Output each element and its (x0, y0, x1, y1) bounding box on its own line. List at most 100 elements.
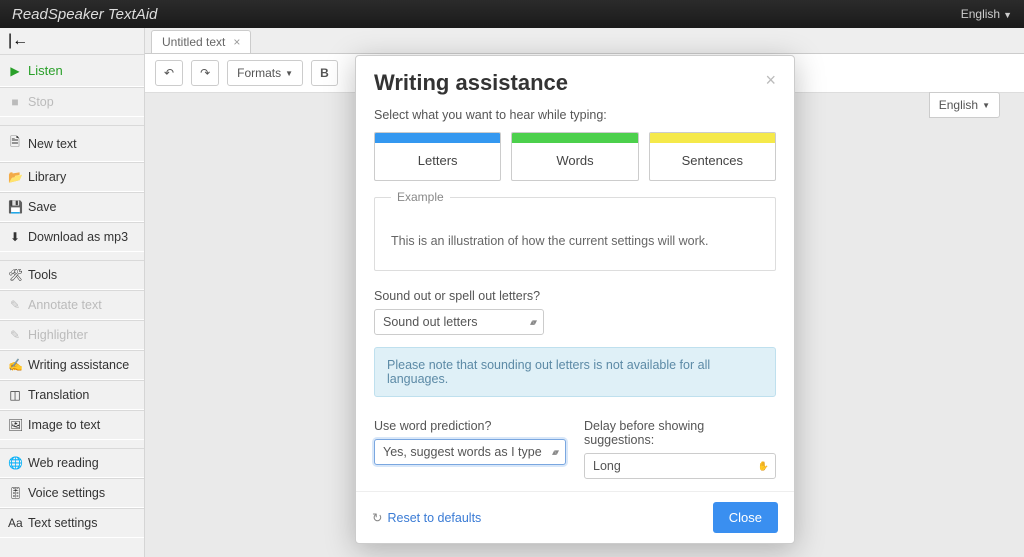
sidebar-save-label: Save (28, 200, 57, 214)
formats-label: Formats (237, 66, 281, 80)
example-text: This is an illustration of how the curre… (391, 234, 759, 248)
annotate-icon: ✎ (8, 298, 22, 312)
sidebar-web-reading-label: Web reading (28, 456, 99, 470)
sidebar-annotate-label: Annotate text (28, 298, 102, 312)
sidebar-listen[interactable]: ▶ Listen (0, 54, 144, 87)
sidebar-text-settings-label: Text settings (28, 516, 97, 530)
writing-icon: ✍ (8, 358, 22, 372)
sidebar-image-to-text[interactable]: 🖼 Image to text (0, 410, 144, 440)
download-icon: ⬇ (8, 230, 22, 244)
editor-language-dropdown[interactable]: English ▼ (929, 92, 1000, 118)
sidebar-image-to-text-label: Image to text (28, 418, 100, 432)
hear-option-row: Letters Words Sentences (374, 132, 776, 181)
sidebar-library[interactable]: 📂 Library (0, 162, 144, 192)
text-icon: Aa (8, 516, 22, 530)
sidebar-download[interactable]: ⬇ Download as mp3 (0, 222, 144, 252)
sidebar-voice-settings[interactable]: 🎚 Voice settings (0, 478, 144, 508)
sidebar-writing-label: Writing assistance (28, 358, 129, 372)
updown-icon: ▴▾ (530, 317, 535, 328)
prediction-select[interactable]: Yes, suggest words as I type ▴▾ (374, 439, 566, 465)
updown-icon: ▴▾ (552, 447, 557, 458)
option-words[interactable]: Words (511, 132, 638, 181)
folder-icon: 📂 (8, 170, 22, 184)
refresh-icon: ↻ (372, 510, 382, 525)
example-box: Example This is an illustration of how t… (374, 197, 776, 271)
chevron-down-icon: ▼ (1003, 10, 1012, 20)
sidebar-stop: ■ Stop (0, 87, 144, 117)
dialog-title: Writing assistance (374, 70, 568, 96)
sound-out-select[interactable]: Sound out letters ▴▾ (374, 309, 544, 335)
tab-label: Untitled text (162, 35, 225, 49)
undo-icon: ↶ (164, 66, 174, 80)
voice-icon: 🎚 (8, 486, 22, 500)
delay-label: Delay before showing suggestions: (584, 419, 776, 447)
bold-button[interactable]: B (311, 60, 338, 86)
translate-icon: ◫ (8, 388, 22, 402)
sidebar-text-settings[interactable]: Aa Text settings (0, 508, 144, 538)
sidebar-listen-label: Listen (28, 63, 63, 78)
language-label: English (961, 7, 1000, 21)
save-icon: 💾 (8, 200, 22, 214)
option-letters-label: Letters (375, 143, 500, 180)
reset-to-defaults[interactable]: ↻ Reset to defaults (372, 510, 481, 525)
sound-out-value: Sound out letters (383, 315, 478, 329)
writing-assistance-dialog: Writing assistance × Select what you wan… (355, 55, 795, 544)
redo-icon: ↷ (200, 66, 210, 80)
collapse-icon: |← (8, 32, 28, 50)
dialog-close-button[interactable]: × (765, 70, 776, 91)
sidebar-voice-settings-label: Voice settings (28, 486, 105, 500)
delay-select[interactable]: Long ✋ (584, 453, 776, 479)
document-tab[interactable]: Untitled text × (151, 30, 251, 53)
example-legend: Example (391, 190, 450, 204)
sidebar-highlighter-label: Highlighter (28, 328, 88, 342)
stop-icon: ■ (8, 95, 22, 109)
sidebar-translation-label: Translation (28, 388, 89, 402)
sidebar: |← ▶ Listen ■ Stop 🗎 New text 📂 Library … (0, 28, 145, 557)
option-words-label: Words (512, 143, 637, 180)
play-icon: ▶ (8, 64, 22, 78)
sidebar-highlighter: ✎ Highlighter (0, 320, 144, 350)
reset-label: Reset to defaults (387, 511, 481, 525)
app-brand: ReadSpeaker TextAid (12, 6, 157, 23)
prediction-value: Yes, suggest words as I type (383, 445, 542, 459)
sidebar-save[interactable]: 💾 Save (0, 192, 144, 222)
image-icon: 🖼 (8, 418, 22, 432)
chevron-down-icon: ▼ (285, 69, 293, 78)
sidebar-translation[interactable]: ◫ Translation (0, 380, 144, 410)
sound-out-label: Sound out or spell out letters? (374, 289, 776, 303)
option-letters[interactable]: Letters (374, 132, 501, 181)
editor-language-label: English (939, 98, 978, 112)
sidebar-web-reading[interactable]: 🌐 Web reading (0, 448, 144, 478)
sidebar-tools-label: Tools (28, 268, 57, 282)
close-button[interactable]: Close (713, 502, 778, 533)
formats-dropdown[interactable]: Formats ▼ (227, 60, 303, 86)
globe-icon: 🌐 (8, 456, 22, 470)
top-bar: ReadSpeaker TextAid English▼ (0, 0, 1024, 28)
sidebar-writing[interactable]: ✍ Writing assistance (0, 350, 144, 380)
sidebar-download-label: Download as mp3 (28, 230, 128, 244)
option-sentences-label: Sentences (650, 143, 775, 180)
tools-icon: 🛠 (8, 268, 22, 282)
cursor-icon: ✋ (758, 461, 767, 472)
language-switcher[interactable]: English▼ (961, 7, 1012, 21)
sidebar-library-label: Library (28, 170, 66, 184)
color-bar-green (512, 133, 637, 143)
sidebar-stop-label: Stop (28, 95, 54, 109)
document-icon: 🗎 (8, 133, 22, 154)
undo-button[interactable]: ↶ (155, 60, 183, 86)
option-sentences[interactable]: Sentences (649, 132, 776, 181)
prediction-label: Use word prediction? (374, 419, 566, 433)
redo-button[interactable]: ↷ (191, 60, 219, 86)
sound-out-notice: Please note that sounding out letters is… (374, 347, 776, 397)
chevron-down-icon: ▼ (982, 101, 990, 110)
dialog-instruction: Select what you want to hear while typin… (374, 108, 776, 122)
color-bar-yellow (650, 133, 775, 143)
color-bar-blue (375, 133, 500, 143)
sidebar-new-text-label: New text (28, 137, 77, 151)
sidebar-collapse[interactable]: |← (0, 28, 144, 54)
highlighter-icon: ✎ (8, 328, 22, 342)
sidebar-new-text[interactable]: 🗎 New text (0, 125, 144, 162)
close-icon[interactable]: × (233, 35, 240, 49)
delay-value: Long (593, 459, 621, 473)
sidebar-tools[interactable]: 🛠 Tools (0, 260, 144, 290)
